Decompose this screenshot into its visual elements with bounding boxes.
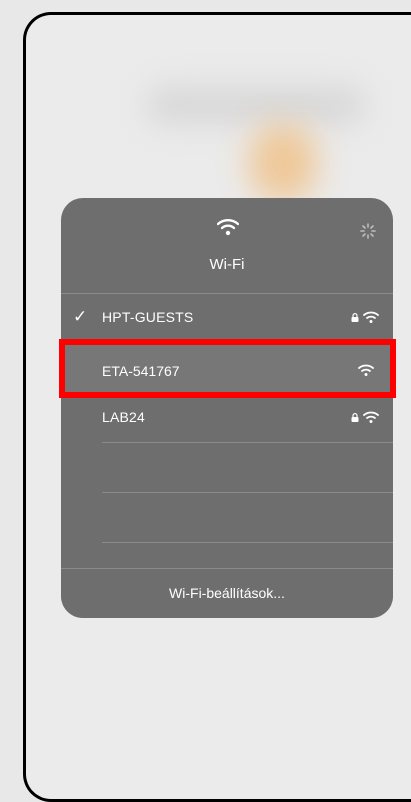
wifi-panel-header: Wi-Fi [61, 198, 393, 293]
divider [102, 442, 393, 443]
wifi-icon [217, 219, 239, 236]
divider [102, 492, 393, 493]
wifi-signal-icon [358, 364, 374, 376]
wifi-signal-icon [363, 311, 379, 323]
wifi-settings-button[interactable]: Wi-Fi-beállítások... [61, 568, 393, 618]
blurred-background-glow [248, 123, 318, 203]
network-name: HPT-GUESTS [102, 309, 194, 325]
panel-title: Wi-Fi [209, 256, 245, 273]
network-name: ETA-541767 [102, 363, 180, 379]
checkmark-icon: ✓ [73, 307, 88, 326]
divider [102, 542, 393, 543]
wifi-panel: Wi-Fi ✓ HPT-GUESTS LAB24 Wi-Fi-beállítás… [61, 198, 393, 618]
spinner-icon [360, 223, 376, 239]
network-row-hpt-guests[interactable]: ✓ HPT-GUESTS [61, 293, 393, 343]
wifi-settings-label: Wi-Fi-beállítások... [169, 585, 285, 601]
lock-icon [351, 313, 359, 322]
network-row-eta-541767[interactable]: ETA-541767 [59, 339, 396, 398]
blurred-background-bar [146, 85, 366, 125]
wifi-signal-icon [363, 411, 379, 423]
network-name: LAB24 [102, 409, 146, 425]
lock-icon [351, 413, 359, 422]
network-row-lab24[interactable]: LAB24 [61, 393, 393, 443]
